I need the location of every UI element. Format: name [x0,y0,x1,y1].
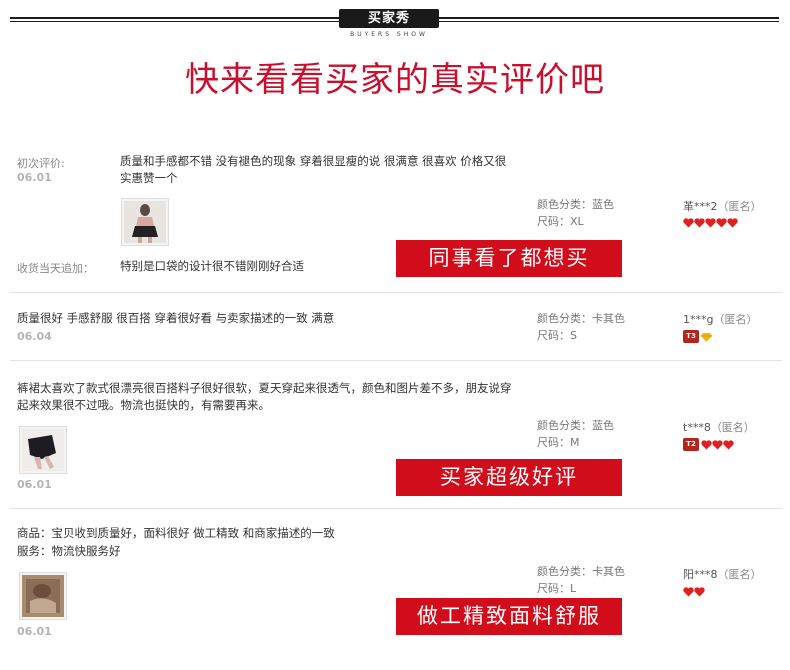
page-headline: 快来看看买家的真实评价吧 [185,60,605,100]
reviewer-nick: 阳***8 [683,568,718,581]
reviewer-nick: 革***2 [683,200,718,213]
sku-color: 颜色分类：卡其色 [537,312,625,325]
reviewer-anon: （匿名） [710,421,755,434]
sku-size: 尺码：XL [537,215,584,228]
reviewer-nick: t***8 [683,421,711,434]
heart-icon [701,439,712,449]
review-item: 质量很好 手感舒服 很百搭 穿着很好看 与卖家描述的一致 满意 06.04 颜色… [10,292,782,361]
review-photo-thumbnail[interactable] [19,572,67,620]
review-text: 裤裙太喜欢了款式很漂亮很百搭料子很好很软，夏天穿起来很透气，颜色和图片差不多，朋… [17,381,512,412]
diamond-icon [701,332,712,342]
sku-size: 尺码：S [537,329,577,342]
review-text: 质量很好 手感舒服 很百搭 穿着很好看 与卖家描述的一致 满意 [17,311,335,325]
banner-rule-right [439,17,779,19]
review-photo-thumbnail[interactable] [121,198,169,246]
reviewer-name: 阳***8（匿名） [683,566,762,582]
banner-rule-left [10,17,339,19]
reviewer-name: t***8（匿名） [683,419,755,435]
review-date: 06.01 [17,171,52,184]
sku-color: 颜色分类：蓝色 [537,198,614,211]
reviewer-anon: （匿名） [717,200,762,213]
followup-label: 收货当天追加： [17,262,94,275]
reviewer-anon: （匿名） [717,568,762,581]
sku-size: 尺码：M [537,436,580,449]
review-date: 06.04 [17,330,52,343]
reviewer-anon: （匿名） [713,313,758,326]
reviewer-name: 革***2（匿名） [683,198,762,214]
sku-size: 尺码：L [537,582,577,595]
review-photo-thumbnail[interactable] [19,426,67,474]
buyers-show-subtitle: BUYERS SHOW [350,31,428,38]
heart-icon [683,587,694,597]
heart-icon [727,218,738,228]
heart-icon [694,587,705,597]
reviewer-level: T3 [683,330,712,343]
reviewer-level-hearts [683,218,738,228]
member-level-badge: T3 [683,330,699,343]
reviewer-level-hearts [683,587,705,597]
sku-color: 颜色分类：卡其色 [537,565,625,578]
review-item: 商品：宝贝收到质量好，面料很好 做工精致 和商家描述的一致 服务：物流快服务好 … [10,508,782,658]
review-date: 06.01 [17,625,52,638]
review-text: 质量和手感都不错 没有褪色的现象 穿着很显瘦的说 很满意 很喜欢 价格又很实惠赞… [120,154,507,185]
promo-banner: 做工精致面料舒服 [396,598,622,635]
heart-icon [723,439,734,449]
member-level-badge: T2 [683,438,699,451]
review-label: 初次评价: [17,157,65,170]
reviewer-level: T2 [683,438,734,451]
review-photo [22,575,64,617]
sku-color: 颜色分类：蓝色 [537,419,614,432]
review-product-line: 商品：宝贝收到质量好，面料很好 做工精致 和商家描述的一致 [17,526,335,540]
review-service-line: 服务：物流快服务好 [17,544,121,558]
heart-icon [683,218,694,228]
review-photo [22,429,64,471]
heart-icon [694,218,705,228]
heart-icon [716,218,727,228]
review-photo [124,201,166,243]
reviewer-name: 1***g（匿名） [683,311,757,327]
heart-icon [705,218,716,228]
banner-rule-left-thin [10,21,339,22]
heart-icon [712,439,723,449]
review-date: 06.01 [17,478,52,491]
buyers-show-badge: 买家秀 [339,9,439,28]
promo-banner: 同事看了都想买 [396,240,622,277]
banner-rule-right-thin [439,21,779,22]
followup-text: 特别是口袋的设计很不错刚刚好合适 [120,259,304,273]
reviewer-nick: 1***g [683,313,714,326]
promo-banner: 买家超级好评 [396,459,622,496]
